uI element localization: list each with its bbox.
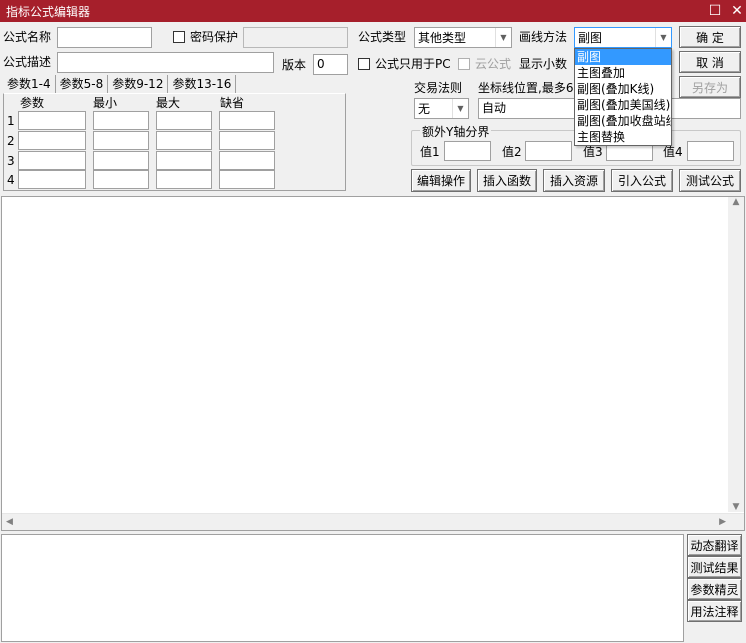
tab-params-5-8[interactable]: 参数5-8 <box>56 75 109 93</box>
insert-function-button[interactable]: 插入函数 <box>477 169 537 192</box>
formula-name-input[interactable] <box>57 27 152 48</box>
y-value-1-input[interactable] <box>444 141 491 161</box>
test-result-button[interactable]: 测试结果 <box>687 556 742 578</box>
chevron-down-icon[interactable]: ▼ <box>655 28 671 47</box>
password-label: 密码保护 <box>190 30 239 44</box>
test-formula-button[interactable]: 测试公式 <box>679 169 741 192</box>
y-axis-legend: 额外Y轴分界 <box>420 123 492 140</box>
version-input[interactable]: 0 <box>313 54 348 75</box>
close-icon[interactable]: ✕ <box>726 0 746 22</box>
param-header-default: 缺省 <box>220 96 245 110</box>
horizontal-scrollbar[interactable]: ◀ ▶ <box>2 513 744 530</box>
chevron-down-icon[interactable]: ▼ <box>452 99 468 118</box>
confirm-button[interactable]: 确 定 <box>679 26 741 48</box>
param-1-max[interactable] <box>156 111 212 130</box>
import-formula-button[interactable]: 引入公式 <box>611 169 673 192</box>
pc-only-checkbox[interactable] <box>358 58 370 70</box>
y-value-1-label: 值1 <box>420 145 440 159</box>
param-3-max[interactable] <box>156 151 212 170</box>
y-value-4-label: 值4 <box>663 145 683 159</box>
param-tabs: 参数1-4 参数5-8 参数9-12 参数13-16 <box>3 75 237 93</box>
param-4-name[interactable] <box>18 170 86 189</box>
formula-type-label: 公式类型 <box>358 30 407 44</box>
param-3-name[interactable] <box>18 151 86 170</box>
param-row-index: 2 <box>7 134 15 148</box>
param-2-min[interactable] <box>93 131 149 150</box>
param-row-index: 1 <box>7 114 15 128</box>
scroll-up-icon[interactable]: ▲ <box>733 197 740 207</box>
scroll-right-icon[interactable]: ▶ <box>719 517 726 527</box>
draw-method-dropdown: 副图 主图叠加 副图(叠加K线) 副图(叠加美国线) 副图(叠加收盘站线) 主图… <box>574 48 672 146</box>
param-3-min[interactable] <box>93 151 149 170</box>
formula-desc-label: 公式描述 <box>3 55 52 69</box>
trade-rule-label: 交易法则 <box>414 81 463 95</box>
param-4-max[interactable] <box>156 170 212 189</box>
dropdown-option[interactable]: 副图(叠加K线) <box>575 81 671 97</box>
param-header-min: 最小 <box>93 96 118 110</box>
dropdown-option[interactable]: 副图 <box>575 49 671 65</box>
show-decimals-label: 显示小数 <box>519 57 568 71</box>
tab-params-9-12[interactable]: 参数9-12 <box>108 75 169 93</box>
y-value-3-label: 值3 <box>583 145 603 159</box>
param-header-name: 参数 <box>20 96 45 110</box>
y-value-4-input[interactable] <box>687 141 734 161</box>
y-value-2-input[interactable] <box>525 141 572 161</box>
edit-ops-button[interactable]: 编辑操作 <box>411 169 471 192</box>
tab-params-13-16[interactable]: 参数13-16 <box>168 75 237 93</box>
scroll-down-icon[interactable]: ▼ <box>733 502 740 512</box>
save-as-button[interactable]: 另存为 <box>679 76 741 98</box>
formula-type-value: 其他类型 <box>418 31 467 45</box>
usage-notes-button[interactable]: 用法注释 <box>687 600 742 622</box>
restore-icon[interactable]: ☐ <box>704 0 726 22</box>
param-row-index: 3 <box>7 154 15 168</box>
param-wizard-button[interactable]: 参数精灵 <box>687 578 742 600</box>
param-3-default[interactable] <box>219 151 275 170</box>
draw-method-select[interactable]: 副图 ▼ <box>574 27 672 48</box>
title-bar: 指标公式编辑器 ☐ ✕ <box>0 0 746 22</box>
param-4-default[interactable] <box>219 170 275 189</box>
code-editor[interactable]: ▲ ▼ ◀ ▶ <box>1 196 745 531</box>
cloud-label: 云公式 <box>475 57 512 71</box>
dropdown-option[interactable]: 副图(叠加美国线) <box>575 97 671 113</box>
chevron-down-icon[interactable]: ▼ <box>495 28 511 47</box>
formula-name-label: 公式名称 <box>3 30 52 44</box>
draw-method-label: 画线方法 <box>519 30 568 44</box>
formula-desc-input[interactable] <box>57 52 274 73</box>
param-1-min[interactable] <box>93 111 149 130</box>
dropdown-option[interactable]: 主图叠加 <box>575 65 671 81</box>
output-area[interactable] <box>1 534 684 642</box>
param-header-max: 最大 <box>156 96 181 110</box>
param-row-index: 4 <box>7 173 15 187</box>
trade-rule-select[interactable]: 无 ▼ <box>414 98 469 119</box>
dropdown-option[interactable]: 主图替换 <box>575 129 671 145</box>
dropdown-option[interactable]: 副图(叠加收盘站线) <box>575 113 671 129</box>
insert-resource-button[interactable]: 插入资源 <box>543 169 605 192</box>
draw-method-value: 副图 <box>578 31 603 45</box>
param-4-min[interactable] <box>93 170 149 189</box>
scroll-left-icon[interactable]: ◀ <box>6 517 13 527</box>
param-2-name[interactable] <box>18 131 86 150</box>
window-title: 指标公式编辑器 <box>6 4 91 19</box>
tab-params-1-4[interactable]: 参数1-4 <box>3 75 56 93</box>
version-label: 版本 <box>282 58 307 72</box>
password-checkbox[interactable] <box>173 31 185 43</box>
cloud-checkbox[interactable] <box>458 58 470 70</box>
formula-type-select[interactable]: 其他类型 ▼ <box>414 27 512 48</box>
axis-pos-label: 坐标线位置,最多6 <box>478 81 574 95</box>
cancel-button[interactable]: 取 消 <box>679 51 741 73</box>
param-2-max[interactable] <box>156 131 212 150</box>
param-1-default[interactable] <box>219 111 275 130</box>
dynamic-translate-button[interactable]: 动态翻译 <box>687 534 742 556</box>
trade-rule-value: 无 <box>418 102 431 116</box>
param-1-name[interactable] <box>18 111 86 130</box>
password-input[interactable] <box>243 27 348 48</box>
y-value-2-label: 值2 <box>502 145 522 159</box>
param-2-default[interactable] <box>219 131 275 150</box>
vertical-scrollbar[interactable]: ▲ ▼ <box>728 197 744 512</box>
pc-only-label: 公式只用于PC <box>375 57 451 71</box>
